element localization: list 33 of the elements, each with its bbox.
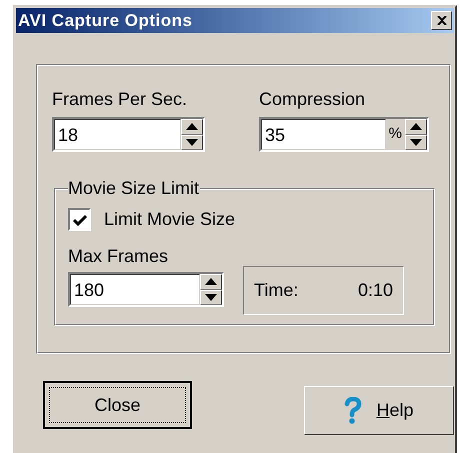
up-arrow-icon: [410, 123, 422, 130]
field-value: 35: [261, 119, 386, 150]
spin-up-button[interactable]: [181, 119, 203, 134]
field-label: Frames Per Sec.: [52, 88, 188, 111]
time-value: 0:10: [358, 279, 393, 302]
window-title: AVI Capture Options: [18, 10, 192, 32]
close-window-button[interactable]: [431, 11, 452, 30]
close-button[interactable]: Close: [43, 381, 192, 429]
spin-up-button[interactable]: [405, 119, 427, 134]
time-label: Time:: [254, 279, 298, 302]
spin-field[interactable]: 180: [68, 272, 224, 307]
field-value: 180: [70, 274, 200, 305]
spin-down-button[interactable]: [200, 290, 222, 305]
help-button[interactable]: Help: [304, 386, 454, 435]
field-label: Compression: [259, 88, 366, 111]
checkbox-label: Limit Movie Size: [104, 208, 236, 231]
spin-field[interactable]: 35 %: [259, 117, 429, 152]
checkbox[interactable]: [68, 208, 91, 231]
down-arrow-icon: [186, 138, 198, 146]
spin-down-button[interactable]: [181, 134, 203, 150]
percent-unit-label: %: [386, 119, 405, 150]
field-value: 18: [54, 119, 181, 150]
up-arrow-icon: [186, 123, 198, 130]
spin-down-button[interactable]: [405, 134, 427, 150]
spin-field[interactable]: 18: [52, 117, 205, 152]
down-arrow-icon: [205, 294, 217, 301]
check-icon: [72, 214, 86, 226]
up-arrow-icon: [205, 278, 217, 286]
field-label: Max Frames: [68, 245, 170, 268]
close-icon: [436, 16, 446, 25]
spin-up-button[interactable]: [200, 274, 222, 290]
help-icon: [344, 396, 362, 424]
down-arrow-icon: [410, 138, 422, 146]
